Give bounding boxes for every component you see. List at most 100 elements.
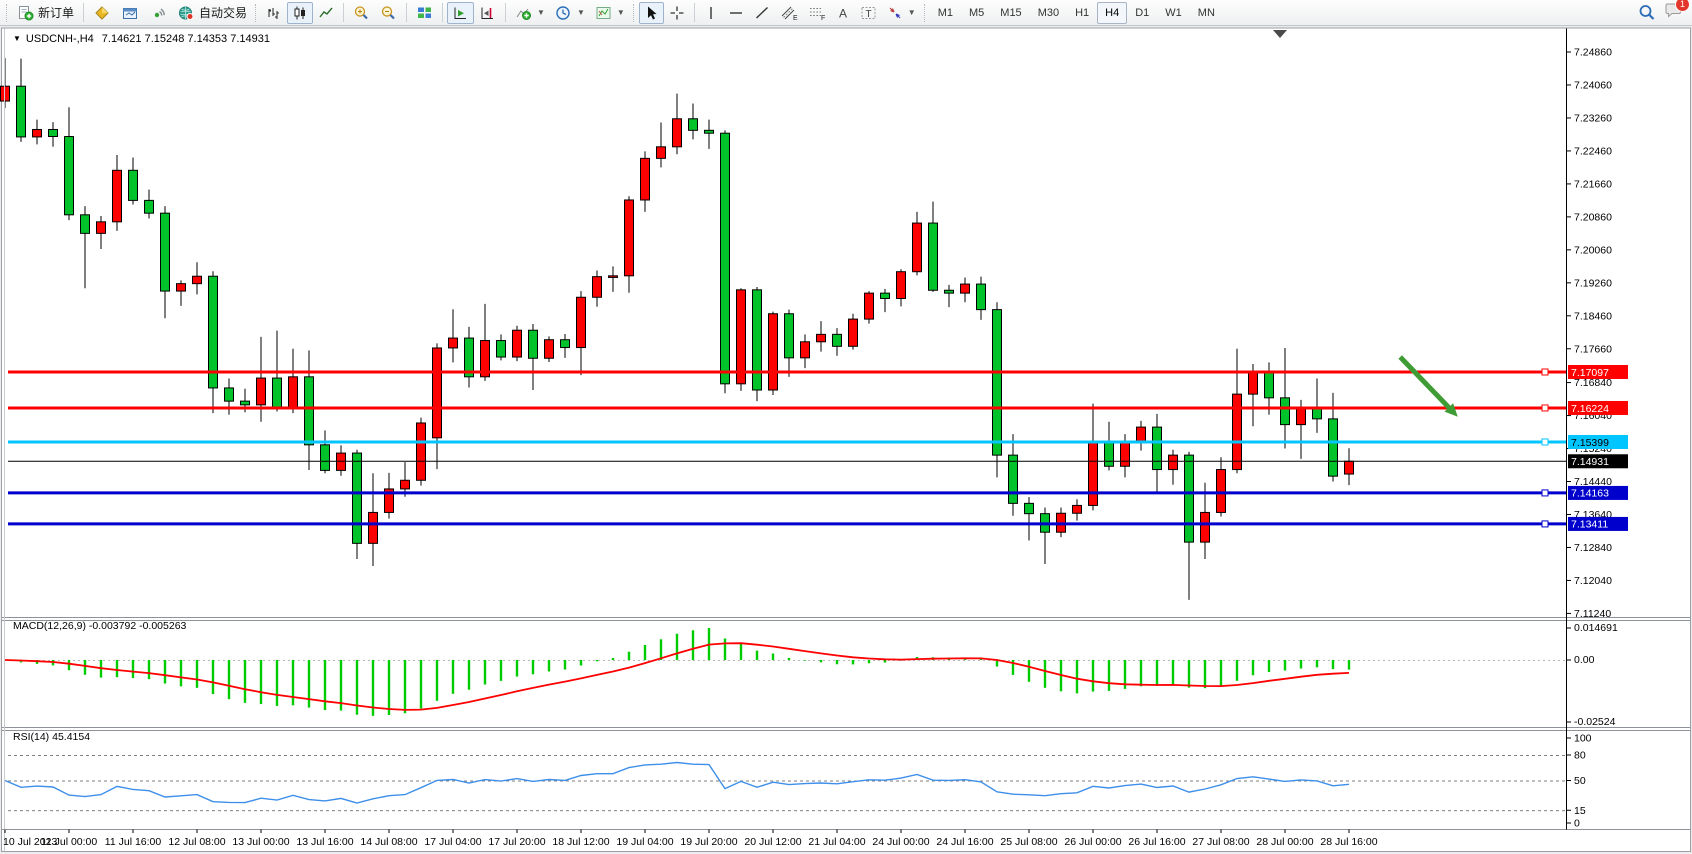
- svg-text:A: A: [839, 6, 847, 20]
- price-tick-label: 7.20860: [1574, 211, 1612, 223]
- svg-text:T: T: [865, 9, 871, 20]
- auto-trading-button[interactable]: 自动交易: [172, 2, 252, 24]
- price-tick-label: 7.12040: [1574, 575, 1612, 587]
- timeframe-button-H1[interactable]: H1: [1067, 2, 1097, 24]
- price-tick-label: 7.23260: [1574, 112, 1612, 124]
- time-axis-label: 18 Jul 12:00: [552, 836, 609, 848]
- chevron-down-icon: ▼: [908, 8, 916, 17]
- price-line-tag: 7.17097: [1568, 365, 1628, 379]
- bar-chart-button[interactable]: [261, 2, 287, 24]
- chart-canvas[interactable]: 7.248607.240607.232607.224607.216607.208…: [0, 0, 1692, 854]
- rsi-tick-label: 0: [1574, 818, 1580, 830]
- gold-nugget-button[interactable]: [88, 2, 116, 24]
- line-anchor-handle: [1542, 369, 1548, 375]
- time-axis-label: 11 Jul 00:00: [41, 836, 98, 848]
- new-order-icon: [17, 5, 34, 21]
- time-axis-label: 27 Jul 08:00: [1192, 836, 1249, 848]
- chart-shift-icon: [479, 5, 496, 21]
- time-axis-label: 11 Jul 16:00: [105, 836, 162, 848]
- price-tag-label: 7.17097: [1571, 367, 1609, 379]
- toolbar-separator: [442, 3, 443, 22]
- signal-icon: [149, 5, 167, 21]
- candle: [545, 336, 554, 362]
- price-tick-label: 7.24060: [1574, 79, 1612, 91]
- toolbar-right-group: 1: [1638, 2, 1689, 24]
- crosshair-button[interactable]: [664, 2, 690, 24]
- fibonacci-button[interactable]: F: [803, 2, 831, 24]
- search-icon[interactable]: [1638, 4, 1656, 21]
- time-axis-label: 13 Jul 00:00: [232, 836, 289, 848]
- toolbar-drag-handle[interactable]: [924, 4, 927, 22]
- line-anchor-handle: [1542, 521, 1548, 527]
- time-axis-label: 20 Jul 12:00: [744, 836, 801, 848]
- timeframe-button-W1[interactable]: W1: [1157, 2, 1190, 24]
- chart-shift-button[interactable]: [474, 2, 501, 24]
- candle: [753, 287, 762, 401]
- zoom-in-button[interactable]: [348, 2, 375, 24]
- line-anchor-handle: [1542, 439, 1548, 445]
- toolbar-drag-handle[interactable]: [633, 4, 636, 22]
- text-icon: A: [836, 5, 850, 21]
- data-window-icon: [121, 5, 139, 21]
- price-tick-label: 7.18460: [1574, 310, 1612, 322]
- cursor-button[interactable]: [639, 2, 664, 24]
- timeframe-button-M1[interactable]: M1: [930, 2, 961, 24]
- data-window-button[interactable]: [116, 2, 144, 24]
- price-tick-label: 7.11240: [1574, 608, 1611, 620]
- auto-scroll-button[interactable]: [447, 2, 474, 24]
- price-line-tag: 7.15399: [1568, 435, 1628, 449]
- timeframe-button-H4[interactable]: H4: [1097, 2, 1127, 24]
- timeframe-button-D1[interactable]: D1: [1127, 2, 1157, 24]
- toolbar-separator: [406, 3, 407, 22]
- price-tag-label: 7.15399: [1571, 437, 1609, 449]
- price-line-tag: 7.16224: [1568, 401, 1628, 415]
- equidistant-channel-icon: E: [780, 5, 798, 21]
- crosshair-icon: [669, 5, 685, 21]
- signal-button[interactable]: [144, 2, 172, 24]
- mt4-terminal: { "toolbar": { "new_order": "新订单", "auto…: [0, 0, 1692, 854]
- horizontal-line-button[interactable]: [723, 2, 749, 24]
- candle: [737, 288, 746, 391]
- candlestick-chart-button[interactable]: [287, 2, 313, 24]
- trendline-button[interactable]: [749, 2, 775, 24]
- timeframe-button-M30[interactable]: M30: [1030, 2, 1067, 24]
- new-order-button[interactable]: 新订单: [12, 2, 79, 24]
- toolbar-separator: [505, 3, 506, 22]
- text-label-button[interactable]: T: [855, 2, 882, 24]
- candlestick-chart-icon: [292, 5, 308, 21]
- candle: [721, 130, 730, 393]
- toolbar-separator: [83, 3, 84, 22]
- templates-icon: [595, 5, 612, 21]
- time-axis-label: 24 Jul 00:00: [872, 836, 929, 848]
- macd-tick-label: 0.014691: [1574, 622, 1618, 634]
- time-axis-label: 26 Jul 16:00: [1128, 836, 1185, 848]
- price-tag-label: 7.14163: [1571, 488, 1609, 500]
- equidistant-channel-button[interactable]: E: [775, 2, 803, 24]
- rsi-tick-label: 15: [1574, 805, 1586, 817]
- line-anchor-handle: [1542, 490, 1548, 496]
- zoom-out-icon: [380, 5, 397, 21]
- time-axis-label: 19 Jul 20:00: [680, 836, 737, 848]
- timeframe-button-MN[interactable]: MN: [1190, 2, 1223, 24]
- timeframe-button-M5[interactable]: M5: [961, 2, 992, 24]
- timeframe-button-M15[interactable]: M15: [992, 2, 1029, 24]
- zoom-out-button[interactable]: [375, 2, 402, 24]
- time-axis-label: 25 Jul 08:00: [1000, 836, 1057, 848]
- templates-button[interactable]: ▼: [590, 2, 630, 24]
- toolbar-drag-handle[interactable]: [6, 4, 9, 22]
- line-chart-button[interactable]: [313, 2, 339, 24]
- notifications-button[interactable]: 1: [1664, 2, 1683, 24]
- tile-windows-button[interactable]: [411, 2, 438, 24]
- time-axis-label: 17 Jul 04:00: [424, 836, 481, 848]
- price-tag-label: 7.16224: [1571, 403, 1609, 415]
- indicators-button[interactable]: ▼: [510, 2, 550, 24]
- vertical-line-button[interactable]: [699, 2, 723, 24]
- periods-button[interactable]: ▼: [550, 2, 590, 24]
- toolbar-drag-handle[interactable]: [255, 4, 258, 22]
- trendline-icon: [754, 5, 770, 21]
- bar-chart-icon: [266, 5, 282, 21]
- time-axis-label: 13 Jul 16:00: [296, 836, 353, 848]
- arrows-button[interactable]: ▼: [882, 2, 921, 24]
- svg-text:F: F: [821, 15, 825, 21]
- text-button[interactable]: A: [831, 2, 855, 24]
